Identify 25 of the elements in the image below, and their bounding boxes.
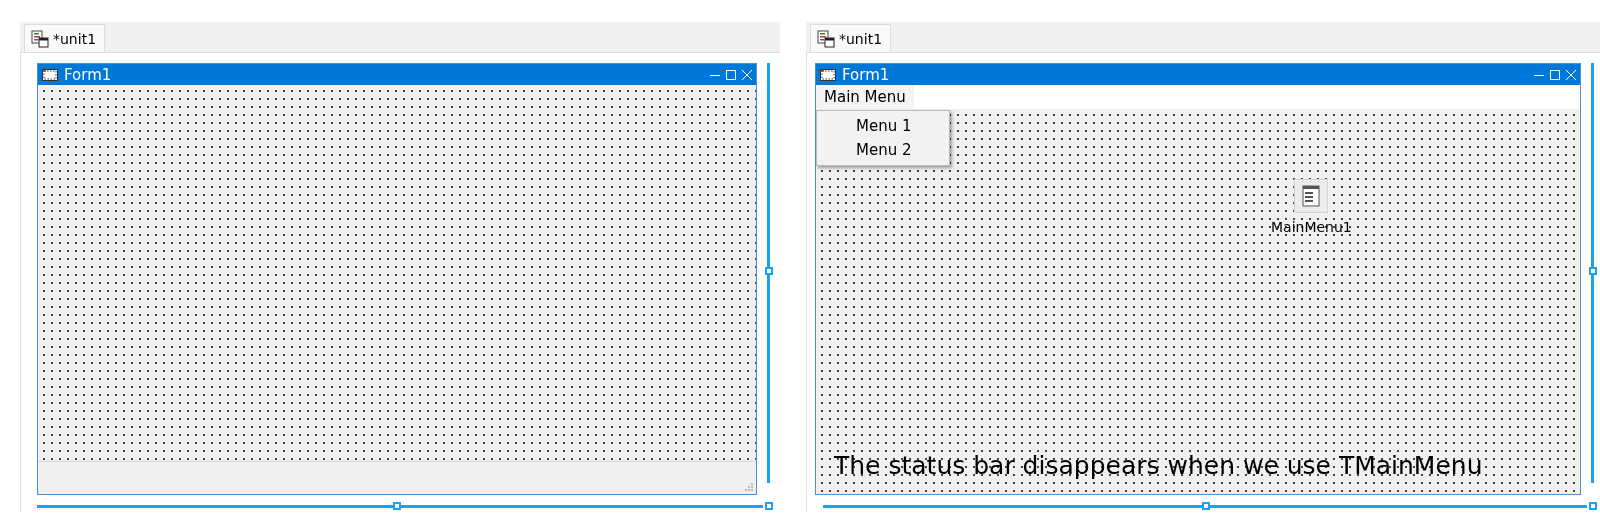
resize-handle[interactable] (765, 267, 773, 275)
annotation-text: The status bar disappears when we use TMainMenu (834, 451, 1484, 480)
close-icon[interactable] (1566, 69, 1576, 80)
form-icon (820, 68, 836, 81)
menu-entry[interactable]: Menu 1 (817, 114, 949, 138)
form-title: Form1 (64, 65, 113, 84)
resize-handle[interactable] (1589, 267, 1597, 275)
resize-handle[interactable] (393, 502, 401, 510)
form-icon (42, 68, 58, 81)
resize-handle[interactable] (765, 502, 773, 510)
menu-entry[interactable]: Menu 2 (817, 138, 949, 162)
editor-tab[interactable]: *unit1 (810, 24, 892, 52)
main-menu-component-icon[interactable] (1294, 179, 1329, 213)
component-label: MainMenu1 (1271, 219, 1352, 235)
size-grip-icon[interactable] (744, 482, 754, 492)
maximize-icon[interactable] (726, 69, 736, 80)
form-title: Form1 (842, 65, 891, 84)
unit-file-icon (817, 29, 835, 48)
resize-handle[interactable] (1202, 502, 1210, 510)
editor-tab[interactable]: *unit1 (24, 24, 106, 52)
resize-handle[interactable] (1589, 502, 1597, 510)
unit-file-icon (31, 29, 49, 48)
maximize-icon[interactable] (1550, 69, 1560, 80)
close-icon[interactable] (742, 69, 752, 80)
menu-item[interactable]: Main Menu (816, 85, 914, 109)
